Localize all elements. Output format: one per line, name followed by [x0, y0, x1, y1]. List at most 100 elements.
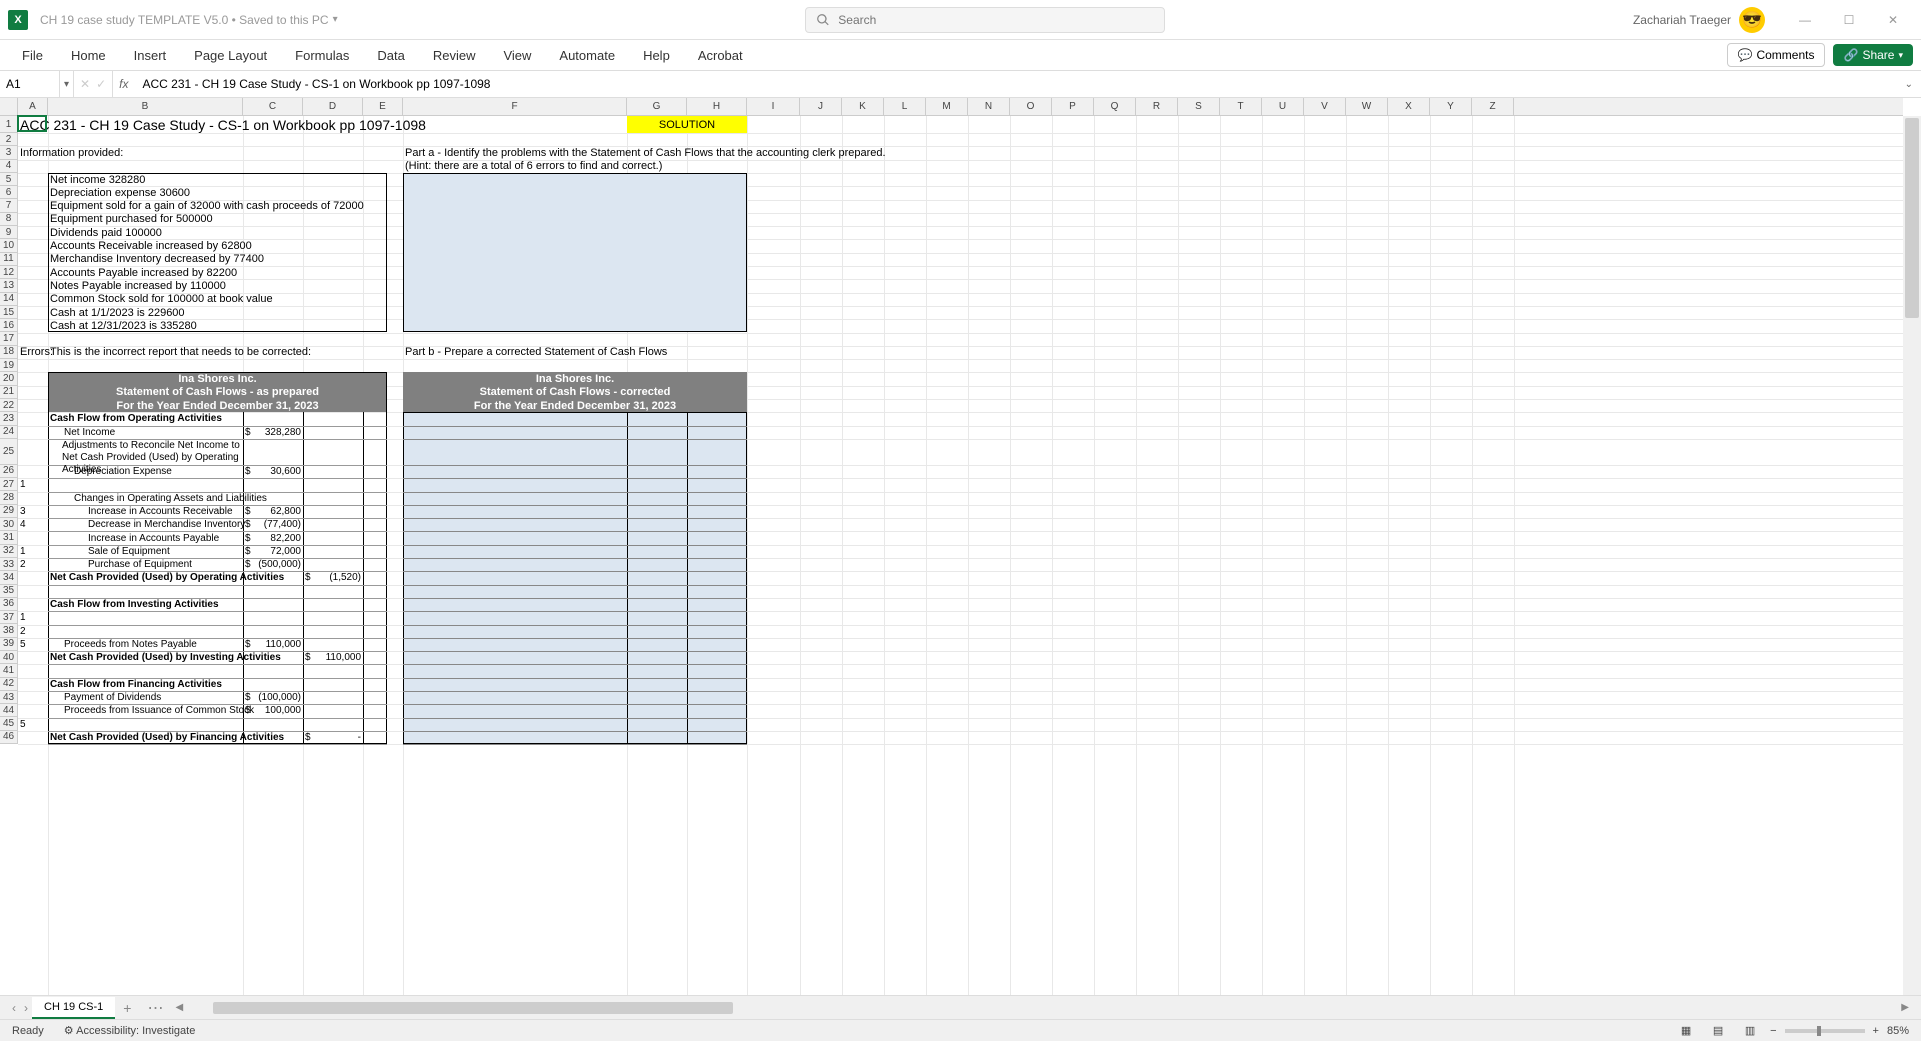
zoom-out-button[interactable]: − — [1770, 1025, 1776, 1037]
zoom-in-button[interactable]: + — [1873, 1025, 1879, 1037]
hscroll-right[interactable]: ▶ — [1897, 1002, 1913, 1013]
row-header-16[interactable]: 16 — [0, 319, 17, 332]
column-header-R[interactable]: R — [1136, 98, 1178, 115]
row-header-21[interactable]: 21 — [0, 386, 17, 399]
formula-bar-expand[interactable]: ⌄ — [1897, 79, 1921, 90]
row-header-41[interactable]: 41 — [0, 664, 17, 677]
fx-icon[interactable]: fx — [113, 77, 134, 91]
row-header-33[interactable]: 33 — [0, 558, 17, 571]
row-header-34[interactable]: 34 — [0, 571, 17, 584]
row-header-29[interactable]: 29 — [0, 505, 17, 518]
sheet-tab-active[interactable]: CH 19 CS-1 — [32, 997, 115, 1019]
row-header-10[interactable]: 10 — [0, 239, 17, 252]
row-header-28[interactable]: 28 — [0, 491, 17, 504]
tab-acrobat[interactable]: Acrobat — [684, 42, 757, 69]
column-header-H[interactable]: H — [687, 98, 747, 115]
user-avatar[interactable]: 😎 — [1739, 7, 1765, 33]
tab-menu[interactable]: ⋯ — [139, 998, 171, 1018]
tab-nav-prev[interactable]: ‹ — [8, 1001, 20, 1015]
row-header-44[interactable]: 44 — [0, 704, 17, 717]
row-header-15[interactable]: 15 — [0, 306, 17, 319]
row-header-13[interactable]: 13 — [0, 279, 17, 292]
column-header-D[interactable]: D — [303, 98, 363, 115]
select-all-corner[interactable] — [0, 98, 18, 116]
row-header-9[interactable]: 9 — [0, 226, 17, 239]
row-header-24[interactable]: 24 — [0, 426, 17, 439]
share-button[interactable]: 🔗 Share ▾ — [1833, 44, 1913, 66]
row-header-35[interactable]: 35 — [0, 585, 17, 598]
row-header-8[interactable]: 8 — [0, 213, 17, 226]
row-header-18[interactable]: 18 — [0, 346, 17, 359]
row-header-19[interactable]: 19 — [0, 359, 17, 372]
view-page-layout-icon[interactable]: ▤ — [1706, 1022, 1730, 1040]
row-header-12[interactable]: 12 — [0, 266, 17, 279]
column-header-C[interactable]: C — [243, 98, 303, 115]
row-header-7[interactable]: 7 — [0, 199, 17, 212]
accept-formula-icon[interactable]: ✓ — [96, 77, 106, 91]
row-header-17[interactable]: 17 — [0, 332, 17, 345]
column-header-W[interactable]: W — [1346, 98, 1388, 115]
row-header-3[interactable]: 3 — [0, 146, 17, 159]
tab-file[interactable]: File — [8, 42, 57, 69]
row-header-1[interactable]: 1 — [0, 116, 17, 133]
row-header-46[interactable]: 46 — [0, 731, 17, 744]
column-header-X[interactable]: X — [1388, 98, 1430, 115]
column-header-F[interactable]: F — [403, 98, 627, 115]
chevron-down-icon[interactable]: ▾ — [333, 14, 338, 25]
row-header-23[interactable]: 23 — [0, 412, 17, 425]
tab-review[interactable]: Review — [419, 42, 490, 69]
tab-page-layout[interactable]: Page Layout — [180, 42, 281, 69]
accessibility-status[interactable]: ⚙ Accessibility: Investigate — [64, 1024, 196, 1037]
formula-input[interactable]: ACC 231 - CH 19 Case Study - CS-1 on Wor… — [135, 77, 1897, 91]
row-header-27[interactable]: 27 — [0, 478, 17, 491]
answer-box-a[interactable] — [403, 173, 747, 333]
tab-insert[interactable]: Insert — [120, 42, 181, 69]
row-header-6[interactable]: 6 — [0, 186, 17, 199]
row-header-20[interactable]: 20 — [0, 372, 17, 385]
name-box[interactable]: A1 — [0, 71, 60, 97]
zoom-value[interactable]: 85% — [1887, 1025, 1909, 1037]
minimize-button[interactable]: — — [1785, 5, 1825, 35]
row-header-2[interactable]: 2 — [0, 133, 17, 146]
column-header-Q[interactable]: Q — [1094, 98, 1136, 115]
row-header-11[interactable]: 11 — [0, 253, 17, 266]
row-header-39[interactable]: 39 — [0, 638, 17, 651]
row-header-30[interactable]: 30 — [0, 518, 17, 531]
tab-home[interactable]: Home — [57, 42, 120, 69]
column-header-I[interactable]: I — [747, 98, 800, 115]
comments-button[interactable]: 💬 Comments — [1727, 43, 1826, 67]
column-header-E[interactable]: E — [363, 98, 403, 115]
column-header-Z[interactable]: Z — [1472, 98, 1514, 115]
row-header-42[interactable]: 42 — [0, 678, 17, 691]
vscroll-thumb[interactable] — [1905, 118, 1919, 318]
column-header-U[interactable]: U — [1262, 98, 1304, 115]
cells-area[interactable]: ACC 231 - CH 19 Case Study - CS-1 on Wor… — [18, 116, 1903, 995]
column-header-O[interactable]: O — [1010, 98, 1052, 115]
row-header-25[interactable]: 25 — [0, 439, 17, 465]
column-header-A[interactable]: A — [18, 98, 48, 115]
column-header-J[interactable]: J — [800, 98, 842, 115]
view-page-break-icon[interactable]: ▥ — [1738, 1022, 1762, 1040]
column-header-M[interactable]: M — [926, 98, 968, 115]
row-header-45[interactable]: 45 — [0, 717, 17, 730]
tab-data[interactable]: Data — [363, 42, 418, 69]
row-header-38[interactable]: 38 — [0, 624, 17, 637]
row-header-22[interactable]: 22 — [0, 399, 17, 412]
row-header-32[interactable]: 32 — [0, 545, 17, 558]
tab-nav-next[interactable]: › — [20, 1001, 32, 1015]
horizontal-scrollbar[interactable] — [203, 1001, 1881, 1015]
cancel-formula-icon[interactable]: ✕ — [80, 77, 90, 91]
column-header-S[interactable]: S — [1178, 98, 1220, 115]
name-box-dropdown[interactable]: ▾ — [60, 71, 74, 97]
column-header-L[interactable]: L — [884, 98, 926, 115]
search-box[interactable] — [805, 7, 1165, 33]
view-normal-icon[interactable]: ▦ — [1674, 1022, 1698, 1040]
row-header-37[interactable]: 37 — [0, 611, 17, 624]
column-header-P[interactable]: P — [1052, 98, 1094, 115]
tab-help[interactable]: Help — [629, 42, 684, 69]
column-header-N[interactable]: N — [968, 98, 1010, 115]
row-header-4[interactable]: 4 — [0, 160, 17, 173]
tab-automate[interactable]: Automate — [545, 42, 629, 69]
close-button[interactable]: ✕ — [1873, 5, 1913, 35]
hscroll-left[interactable]: ◀ — [171, 1002, 187, 1013]
